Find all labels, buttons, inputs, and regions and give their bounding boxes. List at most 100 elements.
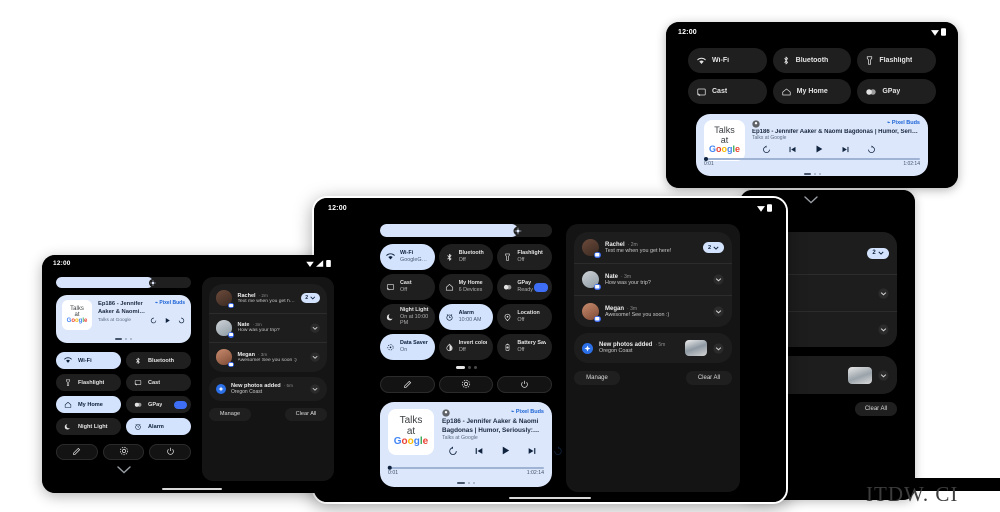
- tile-gpay[interactable]: GPay Ready: [497, 274, 552, 300]
- tile-cast[interactable]: Cast Off: [380, 274, 435, 300]
- media-duration: 1:02:14: [526, 470, 544, 476]
- chevron-down-icon[interactable]: [713, 342, 724, 354]
- tile-data-saver[interactable]: Data Saver On: [380, 334, 435, 360]
- brightness-icon[interactable]: [149, 278, 158, 287]
- tile-night-light[interactable]: Night Light: [56, 418, 121, 435]
- clear-all-button[interactable]: Clear All: [686, 371, 732, 385]
- chevron-down-icon[interactable]: [309, 323, 320, 333]
- chevron-down-icon[interactable]: [713, 274, 724, 285]
- tile-sublabel: Off: [517, 347, 525, 353]
- replay-10-icon[interactable]: [762, 144, 771, 154]
- moon-icon: [64, 423, 72, 431]
- tile-wifi[interactable]: Wi-Fi: [688, 48, 767, 73]
- chevron-down-icon[interactable]: [713, 306, 724, 317]
- notification-row[interactable]: Nate · 3m How was your trip?: [209, 312, 327, 343]
- notification-row[interactable]: Megan · 3m Awesome! See you soon :): [574, 295, 732, 327]
- tile-bluetooth[interactable]: Bluetooth: [772, 48, 852, 73]
- reply-count: 2: [707, 244, 712, 251]
- tile-bluetooth[interactable]: Bluetooth: [126, 352, 191, 369]
- previous-track-icon[interactable]: [474, 446, 484, 456]
- media-player-center[interactable]: Talks at Google ⌁ Pixel Buds Ep186 - Jen…: [380, 402, 562, 487]
- forward-15-icon[interactable]: [178, 317, 185, 324]
- edit-button[interactable]: [56, 444, 98, 460]
- media-output-device[interactable]: ⌁ Pixel Buds: [511, 409, 544, 415]
- notification-text: Awesome! See you soon :): [237, 357, 297, 363]
- settings-button[interactable]: [438, 376, 494, 393]
- notification-row[interactable]: Nate · 3m How was your trip?: [574, 263, 732, 295]
- power-button[interactable]: [497, 376, 553, 393]
- media-pager: [56, 338, 191, 340]
- power-button[interactable]: [149, 444, 192, 460]
- reply-chip[interactable]: 2: [301, 293, 320, 304]
- edit-button[interactable]: [380, 376, 435, 393]
- settings-button[interactable]: [102, 444, 145, 460]
- clear-all-button-right[interactable]: Clear All: [855, 402, 897, 416]
- tile-my-home[interactable]: My Home 6 Devices: [438, 274, 494, 300]
- tile-flashlight[interactable]: Flashlight Off: [497, 244, 552, 270]
- previous-track-icon[interactable]: [788, 145, 797, 154]
- chevron-down-icon[interactable]: [309, 352, 320, 362]
- tile-alarm[interactable]: Alarm 10:00 AM: [438, 304, 494, 330]
- brightness-icon[interactable]: [513, 226, 523, 235]
- tile-flashlight[interactable]: Flashlight: [857, 48, 936, 73]
- status-icons: [931, 28, 946, 36]
- battery-saver-icon: [503, 343, 512, 352]
- notification-photos[interactable]: New photos added · 5m Oregon Coast: [209, 376, 327, 401]
- tile-label: My Home: [458, 280, 483, 287]
- tile-gpay[interactable]: GPay: [857, 79, 936, 104]
- tile-label: Wi-Fi: [400, 250, 414, 257]
- tile-bluetooth[interactable]: Bluetooth Off: [438, 244, 494, 270]
- notification-row[interactable]: Rachel · 2m Text me when you get here! 2: [209, 284, 327, 313]
- manage-button[interactable]: Manage: [209, 407, 251, 421]
- media-progress-bar[interactable]: [704, 157, 920, 162]
- notification-row[interactable]: Megan · 3m Awesome! See you soon :): [209, 342, 327, 372]
- media-output-device[interactable]: ⌁ Pixel Buds: [155, 300, 185, 306]
- play-icon[interactable]: [164, 317, 171, 324]
- media-player-top-right[interactable]: Talks at Google ⌁ Pixel Buds Ep186 - Jen…: [696, 114, 928, 176]
- tile-wi-fi[interactable]: Wi-Fi GoogleGuest: [380, 244, 435, 270]
- device-tablet-top-right: 12:00 Wi-Fi Bluetooth Flashlight Cast My…: [666, 22, 958, 188]
- next-track-icon[interactable]: [527, 446, 537, 456]
- play-icon[interactable]: [500, 445, 511, 456]
- brightness-slider[interactable]: [56, 277, 191, 288]
- tile-battery-saver[interactable]: Battery SaverOff: [497, 334, 552, 360]
- tile-flashlight[interactable]: Flashlight: [56, 374, 121, 391]
- forward-15-icon[interactable]: [553, 446, 563, 456]
- tile-night-light[interactable]: Night Light On at 10:00 PM: [380, 304, 435, 330]
- chevron-down-icon[interactable]: [878, 369, 889, 381]
- expand-chevron-icon[interactable]: [56, 466, 191, 474]
- tile-alarm[interactable]: Alarm: [126, 418, 191, 435]
- replay-10-icon[interactable]: [448, 446, 458, 456]
- quick-settings-column-left: Talks at Google Ep186 - Jennifer Aaker &…: [56, 277, 192, 474]
- photos-subtitle: Oregon Coast: [231, 388, 263, 395]
- notification-photos[interactable]: New photos added · 5m Oregon Coast: [574, 333, 732, 363]
- chevron-down-icon[interactable]: [878, 324, 889, 335]
- reply-chip[interactable]: 2: [867, 247, 889, 259]
- tile-my-home[interactable]: My Home: [772, 79, 852, 104]
- manage-button[interactable]: Manage: [574, 371, 620, 385]
- forward-15-icon[interactable]: [867, 144, 876, 154]
- next-track-icon[interactable]: [841, 145, 850, 154]
- collapse-chevron-icon[interactable]: [804, 196, 818, 204]
- reply-chip[interactable]: 2: [703, 242, 724, 253]
- replay-10-icon[interactable]: [150, 317, 157, 324]
- tile-my-home[interactable]: My Home: [56, 396, 121, 413]
- brightness-slider[interactable]: [380, 224, 552, 237]
- chevron-down-icon[interactable]: [310, 383, 320, 394]
- clear-all-button[interactable]: Clear All: [285, 407, 327, 421]
- tile-cast[interactable]: Cast: [688, 79, 767, 104]
- notification-row[interactable]: Rachel · 2m Text me when you get here! 2: [574, 232, 732, 263]
- media-progress-bar[interactable]: [387, 465, 544, 470]
- media-output-device[interactable]: ⌁ Pixel Buds: [887, 120, 920, 126]
- tile-location[interactable]: Location Off: [497, 304, 552, 330]
- wifi-icon: [697, 57, 706, 65]
- play-icon[interactable]: [814, 144, 824, 154]
- chevron-down-icon[interactable]: [878, 287, 889, 299]
- tile-invert-colors[interactable]: Invert colorsOff: [438, 334, 494, 360]
- tile-gpay[interactable]: GPay: [126, 396, 191, 413]
- gpay-icon: [866, 88, 877, 96]
- tile-cast[interactable]: Cast: [126, 374, 191, 391]
- tile-sublabel: GoogleGuest: [400, 257, 429, 263]
- media-player-left[interactable]: Talks at Google Ep186 - Jennifer Aaker &…: [56, 295, 191, 343]
- tile-wi-fi[interactable]: Wi-Fi: [56, 352, 121, 369]
